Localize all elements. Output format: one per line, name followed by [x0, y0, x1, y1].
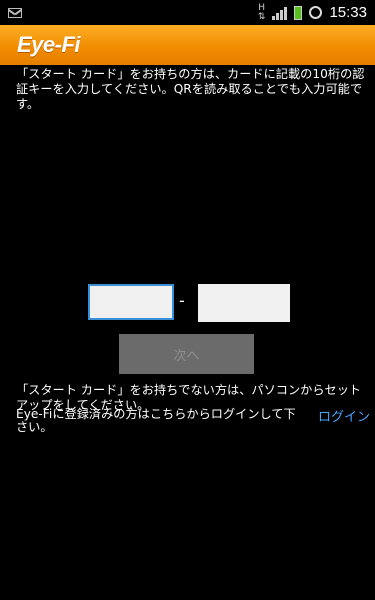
battery-icon	[294, 5, 303, 20]
signal-icon	[272, 6, 288, 20]
code-separator: -	[179, 291, 185, 310]
next-button[interactable]: 次へ	[119, 334, 254, 374]
intro-text: 「スタート カード」をお持ちの方は、カードに記載の10桁の認証キーを入力してくだ…	[16, 67, 365, 111]
mail-icon	[8, 7, 22, 18]
data-h-icon: H ⇅	[257, 2, 266, 22]
alarm-icon	[309, 6, 323, 19]
status-bar-right: H ⇅ 15:33	[257, 2, 367, 22]
registered-user-text: Eye-Fiに登録済みの方はこちらからログインして下さい。	[16, 407, 296, 434]
status-bar-left	[8, 7, 22, 18]
auth-key-field-2[interactable]	[198, 284, 290, 322]
app-header: Eye-Fi	[0, 25, 375, 65]
login-link[interactable]: ログイン	[318, 406, 370, 425]
network-label: H	[258, 2, 266, 13]
eye-fi-logo: Eye-Fi	[17, 32, 81, 57]
status-bar: H ⇅ 15:33	[0, 0, 375, 25]
auth-key-field-1[interactable]	[88, 284, 174, 320]
clock: 15:33	[329, 4, 367, 21]
